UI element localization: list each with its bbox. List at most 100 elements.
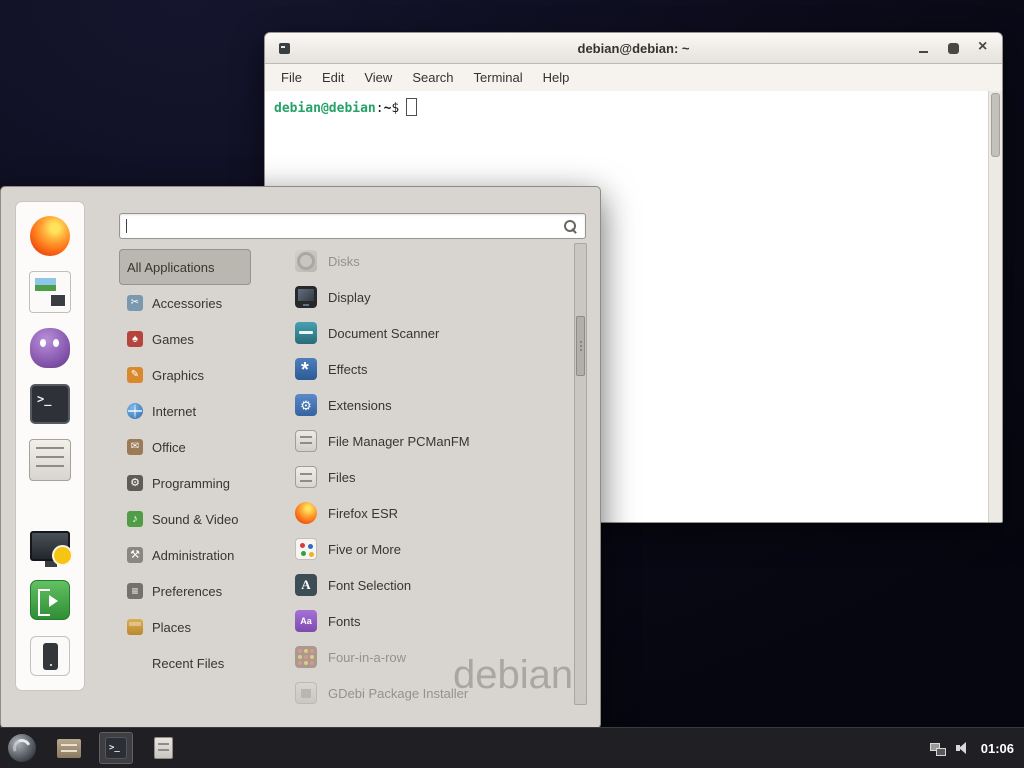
category-item[interactable]: Programming xyxy=(119,465,251,501)
application-item[interactable]: Font Selection xyxy=(287,567,573,603)
terminal-scrollbar[interactable] xyxy=(988,91,1002,522)
terminal-menubar: FileEditViewSearchTerminalHelp xyxy=(265,64,1002,92)
category-label: Games xyxy=(152,332,194,347)
taskbar-button[interactable] xyxy=(52,732,86,764)
search-icon xyxy=(564,220,577,233)
favorites-panel xyxy=(15,201,85,691)
purple-mascot-icon xyxy=(30,328,70,368)
prompt-symbol: $ xyxy=(391,101,399,116)
terminal-menu-item[interactable]: Search xyxy=(402,64,463,91)
category-label: Places xyxy=(152,620,191,635)
display-icon xyxy=(295,286,317,308)
favorite-button[interactable] xyxy=(26,382,74,426)
effects-icon xyxy=(295,358,317,380)
menu-scrollbar-thumb[interactable] xyxy=(576,316,585,376)
favorite-button[interactable] xyxy=(26,214,74,258)
application-label: Extensions xyxy=(328,398,392,413)
system-button[interactable] xyxy=(26,634,74,678)
application-item[interactable]: Five or More xyxy=(287,531,573,567)
application-item[interactable]: Four-in-a-row xyxy=(287,639,573,675)
lock-screen-icon xyxy=(30,531,70,561)
pictures-icon xyxy=(29,271,71,313)
search-box xyxy=(119,213,586,239)
favorites-group-top xyxy=(26,214,74,482)
close-button[interactable] xyxy=(977,42,990,55)
terminal-title: debian@debian: ~ xyxy=(265,41,1002,56)
terminal-icon xyxy=(30,384,70,424)
search-input[interactable] xyxy=(120,214,585,238)
category-label: Recent Files xyxy=(152,656,224,671)
category-item[interactable]: Administration xyxy=(119,537,251,573)
category-label: Sound & Video xyxy=(152,512,239,527)
terminal-menu-item[interactable]: Terminal xyxy=(464,64,533,91)
application-label: Four-in-a-row xyxy=(328,650,406,665)
category-item[interactable]: Office xyxy=(119,429,251,465)
font-selection-icon xyxy=(295,574,317,596)
application-item[interactable]: Firefox ESR xyxy=(287,495,573,531)
file-manager-drawer-icon xyxy=(57,739,81,758)
application-menu: All Applications Accessories Games Graph… xyxy=(0,186,601,729)
favorite-button[interactable] xyxy=(26,438,74,482)
category-item[interactable]: Games xyxy=(119,321,251,357)
internet-icon xyxy=(127,403,143,419)
category-label: Office xyxy=(152,440,186,455)
application-item[interactable]: Effects xyxy=(287,351,573,387)
terminal-titlebar[interactable]: debian@debian: ~ xyxy=(265,33,1002,64)
system-button[interactable] xyxy=(26,578,74,622)
application-item[interactable]: GDebi Package Installer xyxy=(287,675,573,705)
graphics-icon xyxy=(127,367,143,383)
category-item[interactable]: Preferences xyxy=(119,573,251,609)
category-label: Programming xyxy=(152,476,230,491)
network-icon[interactable] xyxy=(930,741,946,756)
application-item[interactable]: File Manager PCManFM xyxy=(287,423,573,459)
favorite-button[interactable] xyxy=(26,326,74,370)
terminal-menu-item[interactable]: Edit xyxy=(312,64,354,91)
category-item[interactable]: Recent Files xyxy=(119,645,251,681)
menu-button[interactable] xyxy=(4,730,40,766)
gdebi-icon xyxy=(295,682,317,704)
category-item[interactable]: Accessories xyxy=(119,285,251,321)
blank-icon xyxy=(127,655,143,671)
terminal-menu-item[interactable]: File xyxy=(271,64,312,91)
taskbar-button[interactable] xyxy=(146,732,180,764)
maximize-button[interactable] xyxy=(947,42,960,55)
application-item[interactable]: Document Scanner xyxy=(287,315,573,351)
taskbar: 01:06 xyxy=(0,727,1024,768)
desktop: debian@debian: ~ FileEditViewSearchTermi… xyxy=(0,0,1024,768)
category-item[interactable]: Internet xyxy=(119,393,251,429)
preferences-icon xyxy=(127,583,143,599)
category-list: All Applications Accessories Games Graph… xyxy=(119,249,251,681)
minimize-button[interactable] xyxy=(917,42,930,55)
fonts-icon xyxy=(295,610,317,632)
application-item[interactable]: Extensions xyxy=(287,387,573,423)
menu-scrollbar[interactable] xyxy=(574,243,587,705)
favorites-group-system xyxy=(26,522,74,678)
volume-icon[interactable] xyxy=(956,741,971,755)
category-item[interactable]: Sound & Video xyxy=(119,501,251,537)
clock[interactable]: 01:06 xyxy=(981,741,1014,756)
application-item[interactable]: Fonts xyxy=(287,603,573,639)
category-item[interactable]: Places xyxy=(119,609,251,645)
application-item[interactable]: Files xyxy=(287,459,573,495)
firefox-esr-icon xyxy=(295,502,317,524)
sound-video-icon xyxy=(127,511,143,527)
terminal-scrollbar-thumb[interactable] xyxy=(991,93,1000,157)
application-label: Document Scanner xyxy=(328,326,439,341)
application-label: GDebi Package Installer xyxy=(328,686,468,701)
taskbar-button[interactable] xyxy=(99,732,133,764)
favorite-button[interactable] xyxy=(26,270,74,314)
category-item[interactable]: All Applications xyxy=(119,249,251,285)
category-label: All Applications xyxy=(127,260,214,275)
category-item[interactable]: Graphics xyxy=(119,357,251,393)
application-label: Effects xyxy=(328,362,368,377)
application-item[interactable]: Disks xyxy=(287,243,573,279)
system-button[interactable] xyxy=(26,522,74,566)
application-item[interactable]: Display xyxy=(287,279,573,315)
category-label: Graphics xyxy=(152,368,204,383)
terminal-menu-item[interactable]: View xyxy=(354,64,402,91)
terminal-menu-item[interactable]: Help xyxy=(533,64,580,91)
application-label: Display xyxy=(328,290,371,305)
category-label: Administration xyxy=(152,548,234,563)
search-caret xyxy=(126,219,127,233)
log-out-icon xyxy=(30,580,70,620)
